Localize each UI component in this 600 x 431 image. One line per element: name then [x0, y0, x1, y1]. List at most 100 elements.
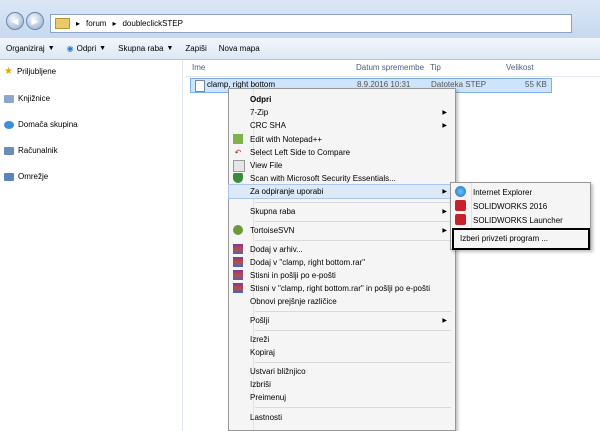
file-icon — [195, 80, 205, 92]
breadcrumb-doubleclickstep[interactable]: doubleclickSTEP — [122, 19, 182, 28]
menu-sendto-label: Pošlji — [250, 316, 270, 325]
submenu-solidworks-2016[interactable]: SOLIDWORKS 2016 — [451, 199, 590, 213]
menu-add-rar-label: Dodaj v "clamp, right bottom.rar" — [250, 258, 366, 267]
menu-create-shortcut[interactable]: Ustvari bližnjico — [229, 365, 455, 378]
undo-arrow-icon: ↶ — [234, 147, 242, 157]
winrar-icon — [233, 257, 243, 267]
solidworks-icon — [455, 200, 466, 211]
forward-button[interactable]: ▶ — [26, 12, 44, 30]
winrar-icon — [233, 244, 243, 254]
shield-icon — [233, 173, 243, 183]
choose-default-program-label: Izberi privzeti program ... — [460, 234, 549, 243]
submenu-swlauncher-label: SOLIDWORKS Launcher — [473, 215, 563, 225]
menu-compare-label: Select Left Side to Compare — [250, 148, 351, 157]
menu-delete[interactable]: Izbriši — [229, 378, 455, 391]
breadcrumb-forum[interactable]: forum — [86, 19, 106, 28]
menu-separator — [255, 330, 451, 331]
menu-cut-label: Izreži — [250, 335, 270, 344]
address-field[interactable]: ▸ forum ▸ doubleclickSTEP — [50, 14, 572, 33]
back-button[interactable]: ◀ — [6, 12, 24, 30]
menu-view-file[interactable]: View File — [229, 159, 455, 172]
menu-open-with[interactable]: Za odpiranje uporabi ▶ — [228, 184, 456, 199]
organize-label: Organiziraj — [6, 44, 45, 53]
menu-properties[interactable]: Lastnosti — [229, 411, 455, 424]
menu-separator — [255, 311, 451, 312]
menu-shortcut-label: Ustvari bližnjico — [250, 367, 306, 376]
column-type[interactable]: Tip — [430, 63, 441, 72]
nav-libraries[interactable]: Knjižnice — [4, 94, 50, 103]
menu-crc-sha[interactable]: CRC SHA ▶ — [229, 119, 455, 132]
submenu-arrow-icon: ▶ — [442, 123, 447, 129]
chevron-down-icon: ▼ — [166, 45, 174, 52]
share-button[interactable]: Skupna raba ▼ — [118, 44, 173, 53]
menu-compare[interactable]: ↶ Select Left Side to Compare — [229, 146, 455, 159]
menu-delete-label: Izbriši — [250, 380, 271, 389]
menu-add-archive-label: Dodaj v arhiv... — [250, 245, 303, 254]
submenu-arrow-icon: ▶ — [442, 209, 447, 215]
navigation-pane: ★ Priljubljene Knjižnice Domača skupina … — [0, 60, 183, 431]
menu-properties-label: Lastnosti — [250, 413, 283, 422]
menu-separator — [255, 362, 451, 363]
menu-scan[interactable]: Scan with Microsoft Security Essentials.… — [229, 172, 455, 185]
menu-separator — [255, 202, 451, 203]
menu-view-label: View File — [250, 161, 283, 170]
menu-send-to[interactable]: Pošlji ▶ — [229, 314, 455, 327]
menu-zip-email[interactable]: Stisni in pošlji po e-pošti — [229, 269, 455, 282]
notepad-icon — [233, 134, 243, 144]
menu-share[interactable]: Skupna raba ▶ — [229, 205, 455, 218]
open-button[interactable]: ◉ Odpri ▼ — [67, 44, 106, 53]
nav-favorites[interactable]: ★ Priljubljene — [4, 66, 56, 77]
burn-label: Zapiši — [185, 44, 207, 53]
submenu-internet-explorer[interactable]: Internet Explorer — [451, 185, 590, 199]
nav-homegroup-label: Domača skupina — [18, 120, 78, 129]
library-icon — [4, 94, 14, 103]
menu-open[interactable]: Odpri — [229, 93, 455, 106]
burn-button[interactable]: Zapiši — [185, 44, 206, 53]
nav-computer-label: Računalnik — [18, 146, 58, 155]
menu-zip-rar-email-label: Stisni v "clamp, right bottom.rar" in po… — [250, 284, 430, 293]
computer-icon — [4, 146, 14, 155]
submenu-sw2016-label: SOLIDWORKS 2016 — [473, 201, 548, 211]
new-folder-button[interactable]: Nova mapa — [219, 44, 260, 53]
menu-notepad[interactable]: Edit with Notepad++ — [229, 133, 455, 146]
new-folder-label: Nova mapa — [218, 44, 260, 53]
column-date[interactable]: Datum spremembe — [356, 63, 424, 72]
menu-restore-label: Obnovi prejšnje različice — [250, 297, 337, 306]
column-name[interactable]: Ime — [192, 63, 205, 72]
menu-separator — [255, 240, 451, 241]
menu-zip-rar-email[interactable]: Stisni v "clamp, right bottom.rar" in po… — [229, 282, 455, 295]
submenu-solidworks-launcher[interactable]: SOLIDWORKS Launcher — [451, 213, 590, 227]
nav-computer[interactable]: Računalnik — [4, 146, 58, 155]
menu-rename-label: Preimenuj — [250, 393, 287, 402]
column-size[interactable]: Velikost — [506, 63, 534, 72]
nav-network[interactable]: Omrežje — [4, 172, 48, 181]
nav-homegroup[interactable]: Domača skupina — [4, 120, 78, 129]
menu-7zip[interactable]: 7-Zip ▶ — [229, 106, 455, 119]
menu-cut[interactable]: Izreži — [229, 333, 455, 346]
menu-tortoisesvn[interactable]: TortoiseSVN ▶ — [229, 224, 455, 237]
breadcrumb-sep-icon: ▸ — [76, 19, 81, 28]
organize-button[interactable]: Organiziraj ▼ — [6, 44, 55, 53]
folder-icon — [55, 18, 70, 29]
view-file-icon — [233, 160, 245, 172]
menu-share-label: Skupna raba — [250, 207, 296, 216]
chevron-down-icon: ▼ — [99, 45, 107, 52]
menu-zip-email-label: Stisni in pošlji po e-pošti — [250, 271, 336, 280]
breadcrumb-sep-icon: ▸ — [112, 19, 117, 28]
menu-add-archive[interactable]: Dodaj v arhiv... — [229, 243, 455, 256]
menu-copy[interactable]: Kopiraj — [229, 346, 455, 359]
nav-libraries-label: Knjižnice — [18, 94, 51, 103]
menu-separator — [255, 221, 451, 222]
menu-restore[interactable]: Obnovi prejšnje različice — [229, 295, 455, 308]
choose-default-program-item[interactable]: Izberi privzeti program ... — [452, 228, 590, 250]
open-label: Odpri — [76, 44, 97, 53]
menu-rename[interactable]: Preimenuj — [229, 391, 455, 404]
homegroup-icon — [4, 120, 14, 129]
star-icon: ★ — [4, 66, 13, 77]
menu-crc-label: CRC SHA — [250, 121, 287, 130]
chevron-down-icon: ▼ — [47, 45, 55, 52]
file-size: 55 KB — [525, 80, 547, 89]
context-menu: Odpri 7-Zip ▶ CRC SHA ▶ Edit with Notepa… — [228, 88, 456, 431]
menu-add-rar[interactable]: Dodaj v "clamp, right bottom.rar" — [229, 256, 455, 269]
winrar-icon — [233, 270, 243, 280]
